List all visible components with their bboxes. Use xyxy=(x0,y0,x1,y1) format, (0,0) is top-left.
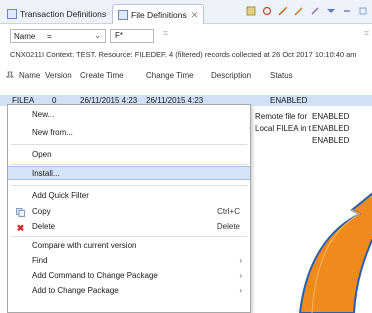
menu-separator xyxy=(11,236,247,237)
filter-operator: = xyxy=(47,31,52,41)
menu-item-install[interactable]: Install... xyxy=(8,166,250,180)
cell-description: Remote file for xyxy=(255,112,308,121)
column-header-status[interactable]: Status xyxy=(270,71,293,80)
cell-status: ENABLED xyxy=(312,112,350,121)
submenu-arrow-icon: › xyxy=(239,271,242,280)
menu-item-label: Add Quick Filter xyxy=(32,191,89,200)
menu-separator xyxy=(11,164,247,165)
menu-item-label: New from... xyxy=(32,128,73,137)
column-header-change-time[interactable]: Change Time xyxy=(146,71,194,80)
menu-accelerator: Delete xyxy=(216,222,240,231)
filter-attribute-select[interactable]: Name = ⌄ xyxy=(10,29,106,43)
minimize-icon[interactable] xyxy=(341,5,352,16)
cell-status: ENABLED xyxy=(312,124,350,133)
column-header-version[interactable]: Version xyxy=(45,71,72,80)
add-filter-icon[interactable]: ⌗ xyxy=(364,28,369,39)
context-menu: New... New from... Open Install... Add Q… xyxy=(7,104,251,313)
menu-item-copy[interactable]: Copy Ctrl+C xyxy=(8,205,250,219)
filter-value-input[interactable]: F* xyxy=(110,29,154,43)
tab-file-definitions[interactable]: File Definitions ✕ xyxy=(112,4,205,25)
refresh-icon[interactable] xyxy=(261,5,272,16)
table-header: Name Version Create Time Change Time Des… xyxy=(0,71,372,83)
menu-accelerator: Ctrl+C xyxy=(217,207,240,216)
table-icon xyxy=(7,9,17,19)
menu-item-label: Add Command to Change Package xyxy=(32,271,158,280)
submenu-arrow-icon: › xyxy=(239,286,242,295)
tab-label: File Definitions xyxy=(131,10,187,20)
cell-status: ENABLED xyxy=(312,136,350,145)
view-toolbar xyxy=(245,5,368,16)
menu-item-add-command-to-change-package[interactable]: Add Command to Change Package › xyxy=(8,269,250,283)
annotation-arrow-icon xyxy=(290,190,372,313)
menu-separator xyxy=(11,144,247,145)
menu-item-add-quick-filter[interactable]: Add Quick Filter xyxy=(8,189,250,203)
menu-item-delete[interactable]: ✖ Delete Delete xyxy=(8,220,250,234)
column-header-description[interactable]: Description xyxy=(211,71,251,80)
clear-filter-icon[interactable]: ⌗ xyxy=(163,28,168,39)
view-menu-icon[interactable] xyxy=(325,5,336,16)
column-header-create-time[interactable]: Create Time xyxy=(80,71,124,80)
maximize-icon[interactable] xyxy=(357,5,368,16)
tab-label: Transaction Definitions xyxy=(20,9,107,19)
filter-icon[interactable] xyxy=(245,5,256,16)
copy-icon xyxy=(16,208,25,217)
menu-item-new-from[interactable]: New from... xyxy=(8,126,250,140)
filter-field: Name xyxy=(14,31,36,41)
context-status: CNX0211I Context: TEST. Resource: FILEDE… xyxy=(10,50,357,59)
menu-item-compare[interactable]: Compare with current version xyxy=(8,239,250,253)
wand-icon[interactable] xyxy=(277,5,288,16)
menu-item-label: Find xyxy=(32,256,48,265)
tab-transaction-definitions[interactable]: Transaction Definitions xyxy=(2,4,111,24)
submenu-arrow-icon: › xyxy=(239,256,242,265)
menu-item-label: Open xyxy=(32,150,52,159)
filter-bar: Name = ⌄ F* ⌗ ⌗ xyxy=(0,24,372,47)
menu-item-label: Delete xyxy=(32,222,56,231)
menu-item-label: New... xyxy=(32,110,55,119)
editor-tab-bar: Transaction Definitions File Definitions… xyxy=(0,0,372,25)
menu-item-label: Compare with current version xyxy=(32,241,137,250)
column-header-name[interactable]: Name xyxy=(19,71,40,80)
pencil-icon[interactable] xyxy=(293,5,304,16)
edit-icon[interactable] xyxy=(309,5,320,16)
table-icon xyxy=(118,10,128,20)
menu-item-label: Install... xyxy=(32,169,60,178)
menu-item-new[interactable]: New... xyxy=(8,108,250,122)
menu-item-label: Copy xyxy=(32,207,51,216)
menu-item-find[interactable]: Find › xyxy=(8,254,250,268)
cell-status: ENABLED xyxy=(270,96,308,105)
menu-separator xyxy=(11,185,247,186)
delete-icon: ✖ xyxy=(16,222,25,233)
cell-description: Local FILEA in t xyxy=(255,124,312,133)
menu-item-label: Add to Change Package xyxy=(32,286,119,295)
close-icon[interactable]: ✕ xyxy=(191,10,199,21)
column-pin-icon[interactable] xyxy=(6,71,14,82)
chevron-down-icon: ⌄ xyxy=(94,31,101,40)
menu-item-add-to-change-package[interactable]: Add to Change Package › xyxy=(8,284,250,298)
menu-item-open[interactable]: Open xyxy=(8,148,250,162)
